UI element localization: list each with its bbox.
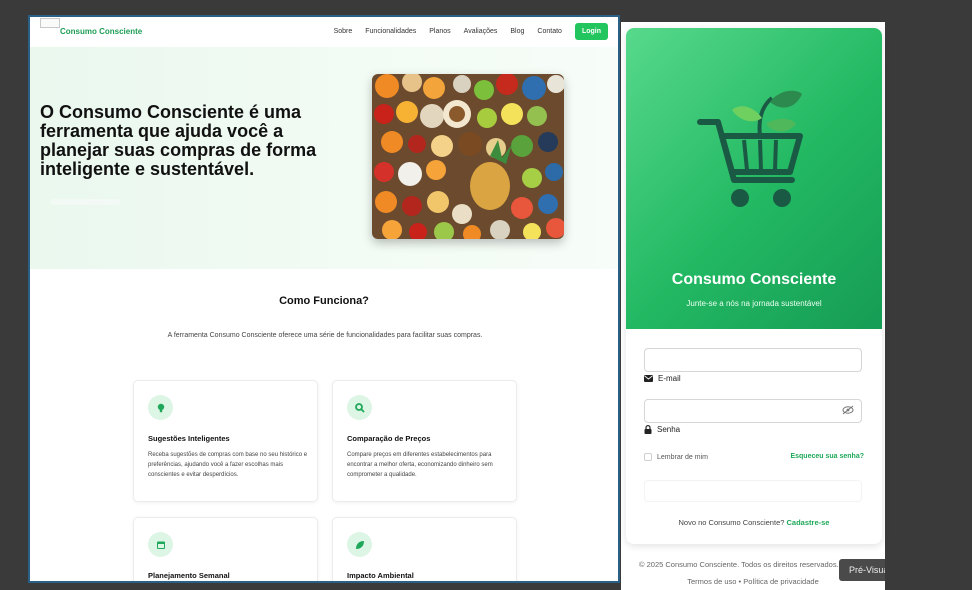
remember-label: Lembrar de mim: [657, 453, 708, 461]
brand-name[interactable]: Consumo Consciente: [60, 27, 142, 36]
how-it-works-description: A ferramenta Consumo Consciente oferece …: [167, 332, 483, 339]
how-it-works-title: Como Funciona?: [279, 295, 369, 307]
feature-card-price-comparison: Comparação de Preços Compare preços em d…: [332, 380, 517, 502]
signup-text: Novo no Consumo Consciente?: [678, 518, 785, 527]
nav-link-blog[interactable]: Blog: [510, 28, 524, 35]
feature-title: Impacto Ambiental: [347, 571, 414, 580]
password-field[interactable]: [644, 399, 862, 423]
nav-link-contato[interactable]: Contato: [537, 28, 562, 35]
remember-me[interactable]: Lembrar de mim: [644, 453, 708, 461]
feature-card-weekly-planning: Planejamento Semanal: [133, 517, 318, 581]
login-header: Consumo Consciente Junte-se a nós na jor…: [626, 28, 882, 329]
feature-title: Sugestões Inteligentes: [148, 434, 230, 443]
calendar-icon: [148, 532, 173, 557]
feature-card-environmental-impact: Impacto Ambiental: [332, 517, 517, 581]
nav-link-sobre[interactable]: Sobre: [334, 28, 353, 35]
nav-link-planos[interactable]: Planos: [429, 28, 450, 35]
hero-food-image: [372, 74, 564, 239]
cart-leaf-logo-icon: [697, 90, 803, 207]
login-card: Consumo Consciente Junte-se a nós na jor…: [626, 28, 882, 544]
feature-description: Receba sugestões de compras com base no …: [148, 452, 308, 478]
search-icon: [347, 395, 372, 420]
hero-faint-element: [50, 199, 120, 205]
feature-description: Compare preços em diferentes estabelecim…: [347, 452, 493, 478]
terms-link[interactable]: Termos de uso: [687, 577, 736, 586]
hero-title: O Consumo Consciente é uma ferramenta qu…: [40, 102, 317, 179]
hero-section: O Consumo Consciente é uma ferramenta qu…: [30, 47, 618, 269]
landing-page-window: Consumo Consciente Sobre Funcionalidades…: [28, 15, 620, 583]
login-panel: Consumo Consciente Junte-se a nós na jor…: [621, 22, 885, 590]
logo-placeholder: [40, 18, 60, 28]
privacy-link[interactable]: Política de privacidade: [743, 577, 818, 586]
feature-title: Planejamento Semanal: [148, 571, 230, 580]
footer-copyright: © 2025 Consumo Consciente. Todos os dire…: [639, 560, 839, 569]
login-title: Consumo Consciente: [671, 271, 837, 288]
login-subtitle: Junte-se a nós na jornada sustentável: [686, 299, 822, 308]
forgot-password-link[interactable]: Esqueceu sua senha?: [790, 453, 864, 460]
signup-link[interactable]: Cadastre-se: [787, 518, 830, 527]
feature-card-suggestions: Sugestões Inteligentes Receba sugestões …: [133, 380, 318, 502]
footer-separator: •: [738, 577, 742, 586]
eye-toggle-icon[interactable]: [842, 405, 854, 415]
envelope-icon: [644, 375, 653, 382]
submit-button-area[interactable]: [644, 480, 862, 502]
email-label-text: E-mail: [658, 374, 681, 383]
signup-row: Novo no Consumo Consciente? Cadastre-se: [626, 518, 882, 527]
password-label-text: Senha: [657, 425, 681, 434]
remember-checkbox[interactable]: [644, 453, 652, 461]
feature-title: Comparação de Preços: [347, 434, 431, 443]
password-label: Senha: [644, 425, 680, 434]
lightbulb-icon: [148, 395, 173, 420]
top-navbar: Consumo Consciente Sobre Funcionalidades…: [30, 17, 618, 47]
nav-menu: Sobre Funcionalidades Planos Avaliações …: [334, 23, 608, 40]
nav-link-avaliacoes[interactable]: Avaliações: [464, 28, 498, 35]
nav-link-funcionalidades[interactable]: Funcionalidades: [365, 28, 416, 35]
leaf-icon: [347, 532, 372, 557]
email-label: E-mail: [644, 374, 681, 383]
email-field[interactable]: [644, 348, 862, 372]
preview-button[interactable]: Pré-Visualizar: [839, 559, 885, 581]
lock-icon: [644, 425, 652, 434]
password-field-wrapper: [644, 399, 862, 423]
login-button[interactable]: Login: [574, 23, 608, 40]
